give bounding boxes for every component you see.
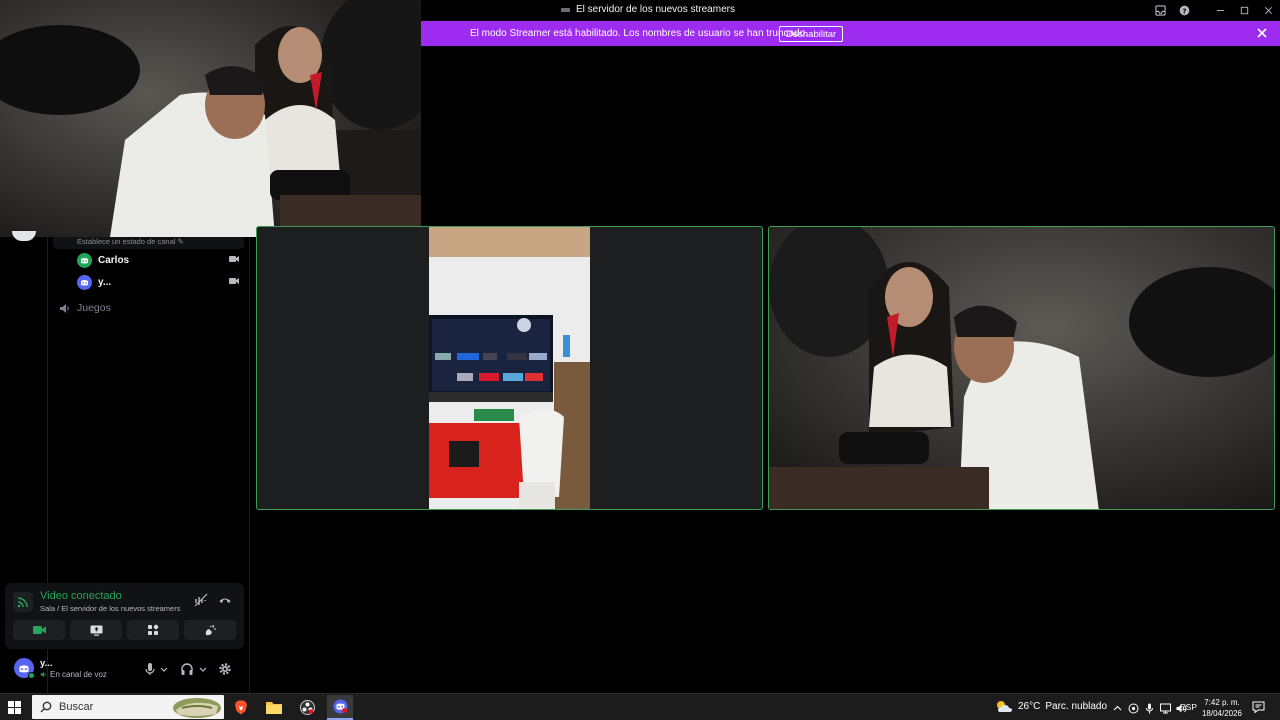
notifications-icon[interactable] (1252, 701, 1265, 713)
taskbar-obs-studio[interactable] (294, 695, 320, 720)
taskbar-brave-browser[interactable] (228, 695, 254, 720)
maximize-button[interactable] (1232, 0, 1256, 21)
window-controls: ? (1148, 0, 1280, 21)
chevron-down-icon[interactable] (198, 662, 208, 676)
channel-status-row[interactable]: Establece un estado de canal ✎ (53, 237, 244, 249)
voice-user-y[interactable]: y... (77, 273, 239, 291)
search-placeholder: Buscar (59, 701, 94, 713)
voice-status-title[interactable]: Video conectado (40, 590, 122, 602)
obs-icon (299, 700, 315, 715)
camera-video-frame (769, 227, 1274, 509)
taskbar-file-explorer[interactable] (261, 695, 287, 720)
user-status-text: En canal de voz (50, 670, 107, 679)
input-language[interactable]: ESP (1180, 702, 1197, 712)
clock-date: 18/04/2026 (1201, 709, 1243, 718)
server-icon[interactable] (12, 231, 36, 241)
windows-start-icon[interactable] (8, 701, 21, 714)
camera-toggle-button[interactable] (13, 620, 65, 640)
discord-avatar-icon (77, 274, 92, 290)
connection-signal-icon[interactable] (13, 592, 33, 612)
search-highlight-image (173, 698, 221, 718)
user-name[interactable]: y... (40, 658, 53, 669)
settings-gear-icon[interactable] (218, 662, 232, 676)
voice-user-carlos[interactable]: Carlos (77, 251, 239, 269)
soundboard-button[interactable] (184, 620, 236, 640)
discord-icon (333, 699, 347, 714)
windows-taskbar: Buscar 26°C Parc. nublado ESP 7:42 p. m.… (0, 693, 1280, 720)
taskbar-search-box[interactable]: Buscar (32, 695, 224, 719)
video-tile-phone-stream[interactable] (256, 226, 763, 510)
video-tile-camera-stream[interactable] (768, 226, 1275, 510)
screen-share-icon (90, 625, 102, 636)
speaker-icon (40, 671, 46, 678)
partly-cloudy-icon (997, 701, 1012, 712)
activities-button[interactable] (127, 620, 179, 640)
brave-lion-icon (235, 700, 247, 715)
camera-icon (229, 278, 239, 284)
clock-time: 7:42 p. m. (1204, 698, 1240, 707)
discord-logo-icon (561, 7, 570, 12)
network-icon[interactable] (1160, 701, 1171, 714)
search-icon (40, 701, 52, 713)
streamer-mode-banner: El modo Streamer está habilitado. Los no… (421, 21, 1280, 46)
activities-icon (148, 624, 159, 635)
camera-icon (229, 256, 239, 262)
chevron-down-icon[interactable] (159, 662, 169, 676)
pip-video-stream[interactable] (0, 0, 421, 237)
folder-icon (266, 702, 282, 714)
voice-user-name: y... (98, 276, 112, 288)
minimize-button[interactable] (1208, 0, 1232, 21)
disable-streamer-mode-button[interactable]: Deshabilitar (779, 26, 844, 42)
close-banner-icon[interactable] (1256, 27, 1268, 39)
screen-share-button[interactable] (70, 620, 122, 640)
voice-channel-juegos[interactable]: Juegos (59, 302, 111, 314)
voice-connected-panel: Video conectado Sala / El servidor de lo… (5, 583, 244, 649)
streamer-mode-text: El modo Streamer está habilitado. Los no… (470, 28, 808, 39)
chevron-up-icon[interactable] (1112, 701, 1123, 712)
user-panel: y... En canal de voz (5, 652, 244, 686)
microphone-icon[interactable] (143, 662, 157, 676)
svg-text:?: ? (1182, 6, 1186, 15)
microphone-tray-icon[interactable] (1144, 701, 1155, 714)
obs-tray-icon[interactable] (1128, 701, 1139, 714)
close-window-button[interactable] (1256, 0, 1280, 21)
discord-avatar-icon (77, 252, 92, 268)
window-title-text: El servidor de los nuevos streamers (576, 4, 735, 15)
taskbar-discord[interactable] (327, 695, 353, 720)
user-status: En canal de voz (40, 670, 107, 679)
pip-video-frame (0, 0, 421, 237)
channel-status-placeholder: Establece un estado de canal (77, 237, 176, 246)
weather-description: Parc. nublado (1045, 700, 1108, 712)
online-status-icon (28, 672, 35, 679)
voice-status-subtitle[interactable]: Sala / El servidor de los nuevos streame… (40, 604, 180, 613)
taskbar-weather[interactable]: 26°C Parc. nublado (995, 699, 1107, 713)
noise-suppression-icon[interactable] (194, 593, 208, 607)
system-tray (1112, 701, 1187, 714)
headphones-icon[interactable] (180, 662, 194, 676)
voice-action-buttons (13, 620, 236, 640)
voice-channel-name: Juegos (77, 302, 111, 314)
phone-video-frame (429, 227, 590, 509)
help-icon[interactable]: ? (1172, 0, 1196, 21)
speaker-icon (60, 303, 69, 313)
inbox-icon[interactable] (1148, 0, 1172, 21)
video-camera-icon (32, 626, 46, 634)
voice-user-name: Carlos (98, 254, 130, 266)
window-title: El servidor de los nuevos streamers (561, 4, 735, 15)
pencil-icon: ✎ (177, 237, 184, 246)
weather-temperature: 26°C (1018, 700, 1041, 712)
soundboard-icon (205, 625, 216, 636)
taskbar-clock[interactable]: 7:42 p. m. 18/04/2026 (1201, 697, 1243, 719)
disconnect-icon[interactable] (218, 593, 232, 607)
